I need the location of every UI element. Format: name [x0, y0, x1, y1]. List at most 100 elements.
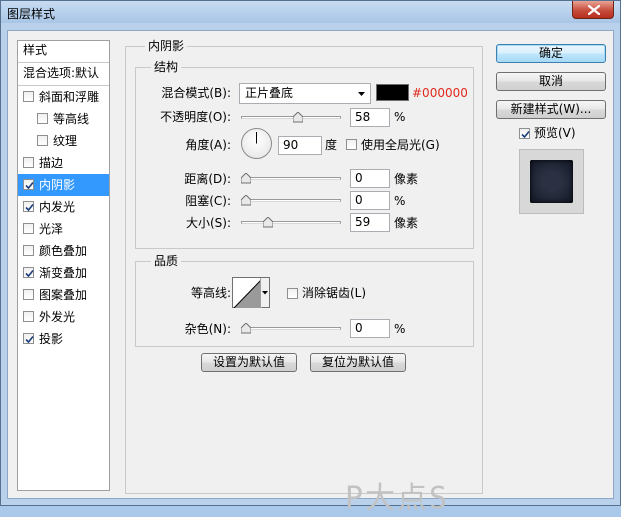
style-item-checkbox[interactable] [23, 267, 34, 278]
style-item[interactable]: 内发光 [18, 196, 109, 218]
style-item[interactable]: 斜面和浮雕 [18, 86, 109, 108]
style-item-checkbox[interactable] [23, 157, 34, 168]
style-item-label: 纹理 [53, 134, 78, 148]
style-item-label: 投影 [39, 332, 64, 346]
opacity-input[interactable]: 58 [350, 108, 390, 127]
blend-mode-select[interactable]: 正片叠底 [239, 83, 371, 104]
style-item-checkbox[interactable] [37, 113, 48, 124]
style-item-checkbox[interactable] [23, 245, 34, 256]
watermark: P大点S [345, 481, 450, 516]
choke-input[interactable]: 0 [350, 191, 390, 210]
size-slider-thumb[interactable] [262, 217, 273, 228]
opacity-slider-thumb[interactable] [293, 112, 304, 123]
check-icon [25, 203, 34, 212]
angle-label: 角度(A): [185, 138, 231, 152]
distance-unit: 像素 [394, 172, 419, 186]
opacity-unit: % [394, 110, 406, 124]
anti-alias-checkbox[interactable] [287, 288, 298, 299]
style-item[interactable]: 纹理 [18, 130, 109, 152]
distance-slider-thumb[interactable] [241, 173, 251, 184]
style-item-checkbox[interactable] [23, 223, 34, 234]
style-item-checkbox[interactable] [23, 311, 34, 322]
panel-title: 内阴影 [145, 39, 188, 53]
style-item[interactable]: 等高线 [18, 108, 109, 130]
preview-label[interactable]: 预览(V) [534, 126, 576, 140]
contour-picker[interactable] [232, 277, 270, 308]
distance-label: 距离(D): [184, 172, 231, 186]
style-item[interactable]: 投影 [18, 328, 109, 350]
styles-list: 样式 混合选项:默认 斜面和浮雕等高线纹理描边内阴影内发光光泽颜色叠加渐变叠加图… [17, 40, 110, 491]
structure-title: 结构 [151, 60, 182, 74]
styles-header[interactable]: 样式 [18, 41, 109, 63]
blend-mode-label: 混合模式(B): [161, 86, 231, 100]
style-item[interactable]: 光泽 [18, 218, 109, 240]
style-item-checkbox[interactable] [23, 333, 34, 344]
chevron-down-icon [358, 92, 365, 96]
angle-input[interactable]: 90 [278, 136, 322, 155]
style-item-label: 颜色叠加 [39, 244, 88, 258]
style-item-checkbox[interactable] [23, 289, 34, 300]
style-item-checkbox[interactable] [23, 179, 34, 190]
size-label: 大小(S): [185, 216, 231, 230]
anti-alias-label[interactable]: 消除锯齿(L) [302, 286, 366, 300]
distance-slider[interactable] [241, 173, 341, 184]
style-item-label: 内发光 [39, 200, 76, 214]
angle-dial[interactable] [241, 128, 272, 159]
check-icon [25, 181, 34, 190]
blending-options-item[interactable]: 混合选项:默认 [18, 63, 109, 86]
style-item[interactable]: 颜色叠加 [18, 240, 109, 262]
style-item-label: 内阴影 [39, 178, 76, 192]
noise-unit: % [394, 322, 406, 336]
noise-slider[interactable] [241, 323, 341, 334]
size-slider[interactable] [241, 217, 341, 228]
style-item-checkbox[interactable] [23, 201, 34, 212]
chevron-down-icon [262, 291, 268, 295]
contour-dropdown[interactable] [260, 278, 269, 307]
style-item-checkbox[interactable] [23, 91, 34, 102]
style-item-checkbox[interactable] [37, 135, 48, 146]
global-light-label[interactable]: 使用全局光(G) [361, 138, 440, 152]
check-icon [25, 335, 34, 344]
noise-input[interactable]: 0 [350, 319, 390, 338]
style-item[interactable]: 外发光 [18, 306, 109, 328]
style-item-label: 斜面和浮雕 [39, 90, 100, 104]
preview-checkbox[interactable] [519, 128, 530, 139]
distance-input[interactable]: 0 [350, 169, 390, 188]
title-bar[interactable]: 图层样式 [1, 1, 620, 23]
set-default-button[interactable]: 设置为默认值 [201, 353, 297, 372]
shadow-color-swatch[interactable] [376, 84, 409, 101]
reset-default-button[interactable]: 复位为默认值 [310, 353, 406, 372]
choke-slider[interactable] [241, 195, 341, 206]
window-title: 图层样式 [7, 7, 56, 21]
style-item[interactable]: 内阴影 [18, 174, 109, 196]
structure-group: 结构 混合模式(B): 正片叠底 #000000 不透明度(O): 58 % 角… [135, 60, 474, 249]
global-light-checkbox[interactable] [346, 139, 357, 150]
angle-unit: 度 [325, 138, 338, 152]
opacity-slider[interactable] [241, 112, 341, 123]
shadow-color-hex: #000000 [412, 86, 468, 100]
ok-button[interactable]: 确定 [496, 44, 606, 63]
style-item[interactable]: 描边 [18, 152, 109, 174]
inner-shadow-panel: 内阴影 结构 混合模式(B): 正片叠底 #000000 不透明度(O): 58… [125, 39, 483, 494]
choke-label: 阻塞(C): [185, 194, 231, 208]
dialog-body: 样式 混合选项:默认 斜面和浮雕 等高线 纹理 描边 内阴影 内发光 光泽 颜色叠加 渐变叠加图… [7, 30, 614, 516]
style-item[interactable]: 渐变叠加 [18, 262, 109, 284]
preview-thumbnail [530, 160, 573, 203]
style-preview [519, 149, 584, 214]
close-button[interactable] [572, 1, 614, 19]
style-item-label: 光泽 [39, 222, 64, 236]
noise-label: 杂色(N): [184, 322, 231, 336]
style-item-label: 描边 [39, 156, 64, 170]
style-item[interactable]: 图案叠加 [18, 284, 109, 306]
style-item-label: 渐变叠加 [39, 266, 88, 280]
choke-slider-thumb[interactable] [241, 195, 251, 206]
cancel-button[interactable]: 取消 [496, 72, 606, 91]
layer-style-dialog: 图层样式 样式 混合选项:默认 斜面和浮雕 等高线 纹理 描边 内阴影 内发光 光泽 颜色叠加… [0, 0, 621, 516]
noise-slider-thumb[interactable] [241, 323, 251, 334]
blend-mode-value: 正片叠底 [245, 86, 294, 100]
choke-unit: % [394, 194, 406, 208]
size-input[interactable]: 59 [350, 213, 390, 232]
new-style-button[interactable]: 新建样式(W)... [496, 100, 606, 119]
contour-label: 等高线: [190, 286, 231, 300]
quality-group: 品质 等高线: 消除锯齿(L) 杂色(N): 0 % [135, 254, 474, 347]
